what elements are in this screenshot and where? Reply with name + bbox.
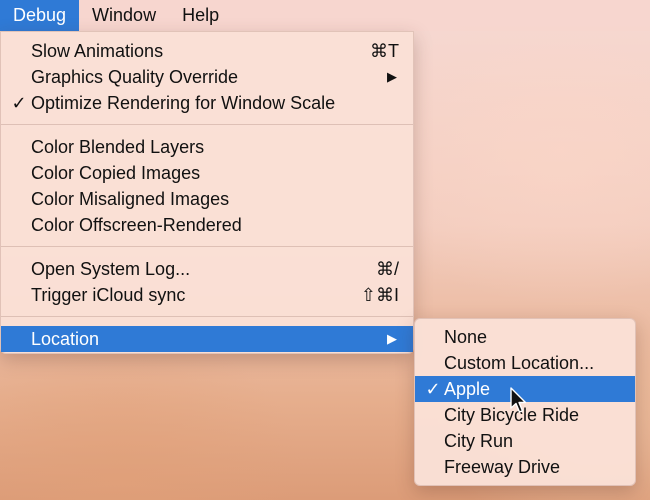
- menu-item-label: Trigger iCloud sync: [31, 285, 186, 305]
- menubar-item-window[interactable]: Window: [79, 0, 169, 31]
- location-item-custom-location[interactable]: Custom Location...: [415, 350, 635, 376]
- mouse-pointer-icon: [510, 387, 527, 413]
- menu-item-color-misaligned-images[interactable]: Color Misaligned Images: [1, 186, 413, 212]
- submenu-arrow-icon: ▶: [387, 331, 397, 346]
- menu-item-label: Freeway Drive: [444, 457, 561, 477]
- menu-item-label: City Run: [444, 431, 514, 451]
- menu-item-label: Apple: [444, 379, 491, 399]
- menu-item-label: Color Copied Images: [31, 163, 201, 183]
- menu-item-shortcut: ⌘/: [375, 259, 399, 279]
- menu-separator: [1, 246, 413, 247]
- menu-item-label: Color Offscreen-Rendered: [31, 215, 242, 235]
- menu-item-graphics-quality-override[interactable]: Graphics Quality Override ▶: [1, 64, 413, 90]
- menu-item-label: Color Misaligned Images: [31, 189, 230, 209]
- submenu-arrow-icon: ▶: [387, 69, 397, 84]
- menubar-item-debug[interactable]: Debug: [0, 0, 80, 31]
- menu-item-label: Color Blended Layers: [31, 137, 205, 157]
- menu-item-label: Slow Animations: [31, 41, 164, 61]
- menu-item-color-offscreen-rendered[interactable]: Color Offscreen-Rendered: [1, 212, 413, 238]
- location-item-city-run[interactable]: City Run: [415, 428, 635, 454]
- menu-item-optimize-rendering[interactable]: ✓ Optimize Rendering for Window Scale: [1, 90, 413, 116]
- menu-item-label: Optimize Rendering for Window Scale: [31, 93, 336, 113]
- menu-bar: Debug Window Help: [0, 0, 650, 31]
- menu-item-shortcut: ⌘T: [370, 41, 399, 61]
- menu-item-label: None: [444, 327, 488, 347]
- menu-item-location[interactable]: Location ▶: [1, 326, 413, 352]
- menubar-item-help[interactable]: Help: [169, 0, 232, 31]
- checkmark-icon: ✓: [425, 379, 441, 399]
- menu-item-color-copied-images[interactable]: Color Copied Images: [1, 160, 413, 186]
- menu-item-color-blended-layers[interactable]: Color Blended Layers: [1, 134, 413, 160]
- menu-item-shortcut: ⇧⌘I: [360, 285, 399, 305]
- menu-separator: [1, 124, 413, 125]
- menu-item-slow-animations[interactable]: Slow Animations ⌘T: [1, 38, 413, 64]
- checkmark-icon: ✓: [11, 93, 27, 113]
- menu-item-trigger-icloud-sync[interactable]: Trigger iCloud sync ⇧⌘I: [1, 282, 413, 308]
- location-item-freeway-drive[interactable]: Freeway Drive: [415, 454, 635, 480]
- menu-item-label: Open System Log...: [31, 259, 191, 279]
- menu-item-label: Graphics Quality Override: [31, 67, 239, 87]
- location-item-none[interactable]: None: [415, 324, 635, 350]
- menu-item-label: Custom Location...: [444, 353, 595, 373]
- menu-item-open-system-log[interactable]: Open System Log... ⌘/: [1, 256, 413, 282]
- menu-separator: [1, 316, 413, 317]
- menu-item-label: Location: [31, 329, 100, 349]
- debug-menu: Slow Animations ⌘T Graphics Quality Over…: [0, 31, 414, 354]
